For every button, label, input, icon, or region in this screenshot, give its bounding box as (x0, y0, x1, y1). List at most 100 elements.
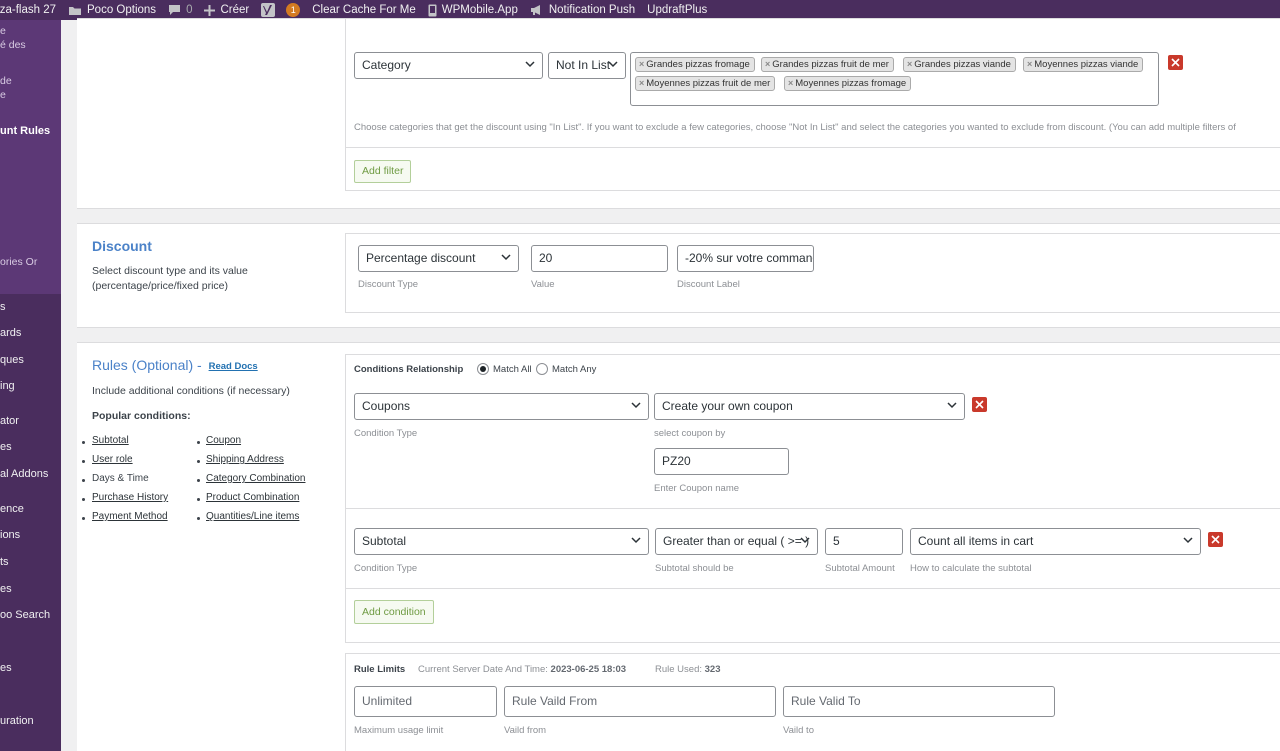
popular-condition-link[interactable]: Product Combination (206, 492, 299, 503)
popular-condition-link[interactable]: Coupon (206, 435, 241, 446)
match-all-radio[interactable] (477, 363, 489, 375)
sidebar-submenu-item[interactable]: e (0, 89, 6, 101)
poco-options-link[interactable]: Poco Options (68, 0, 156, 20)
filter-panel: Category Not In List × Grandes pizzas fro… (77, 18, 1280, 209)
discount-type-select[interactable]: Percentage discount (358, 245, 519, 272)
condition-type-caption: Condition Type (354, 563, 418, 574)
remove-condition-button[interactable] (972, 397, 987, 412)
remove-filter-button[interactable] (1168, 55, 1183, 70)
sidebar-item[interactable]: uration (0, 715, 34, 727)
tag-remove-icon[interactable]: × (639, 59, 644, 69)
comments-count: 0 (186, 4, 193, 16)
sidebar-item[interactable]: ques (0, 354, 24, 366)
bullet (82, 479, 85, 482)
add-filter-button[interactable]: Add filter (354, 160, 412, 183)
chevron-down-icon (631, 402, 641, 409)
sidebar-item-discount-rules[interactable]: unt Rules (0, 125, 50, 137)
subtotal-calculation-value: Count all items in cart (918, 534, 1034, 548)
subtotal-amount-input[interactable]: 5 (825, 528, 903, 555)
sidebar-item[interactable]: ts (0, 556, 9, 568)
usage-limit-input[interactable]: Unlimited (354, 686, 497, 717)
category-tag[interactable]: × Grandes pizzas viande (903, 57, 1016, 72)
add-condition-button[interactable]: Add condition (354, 600, 434, 624)
category-tag[interactable]: × Moyennes pizzas fruit de mer (635, 76, 776, 91)
popular-condition-link[interactable]: Subtotal (92, 435, 129, 446)
sidebar-item[interactable]: ence (0, 503, 24, 515)
valid-from-input[interactable]: Rule Vaild From (504, 686, 776, 717)
wpmobile-link[interactable]: WPMobile.App (428, 0, 518, 20)
popular-condition-link[interactable]: Payment Method (92, 511, 168, 522)
sidebar-item[interactable]: al Addons (0, 468, 48, 480)
chevron-down-icon (947, 402, 957, 409)
discount-value-input[interactable]: 20 (531, 245, 668, 272)
category-tag[interactable]: × Moyennes pizzas viande (1023, 57, 1144, 72)
admin-sidebar: e é des de e unt Rules ories Or s ards q… (0, 20, 61, 751)
sidebar-item[interactable]: es (0, 583, 12, 595)
discount-type-value: Percentage discount (366, 251, 476, 265)
comments-link[interactable]: 0 (168, 0, 192, 20)
coupon-method-value: Create your own coupon (662, 399, 793, 413)
sidebar-item[interactable]: ions (0, 529, 20, 541)
popular-condition-link[interactable]: Purchase History (92, 492, 168, 503)
sidebar-item[interactable]: s (0, 301, 6, 313)
main-content: Category Not In List × Grandes pizzas fro… (61, 18, 1280, 751)
sidebar-item[interactable]: ards (0, 327, 21, 339)
coupon-method-select[interactable]: Create your own coupon (654, 393, 965, 420)
condition-type-select[interactable]: Subtotal (354, 528, 649, 555)
tag-remove-icon[interactable]: × (1027, 59, 1032, 69)
divider (346, 588, 1280, 589)
server-time: Current Server Date And Time: 2023-06-25… (418, 664, 626, 675)
sidebar-submenu-item[interactable]: ories Or (0, 256, 37, 268)
chevron-down-icon (800, 537, 810, 544)
read-docs-link[interactable]: Read Docs (209, 361, 258, 372)
tag-remove-icon[interactable]: × (639, 78, 644, 88)
sidebar-item[interactable]: ing (0, 380, 15, 392)
discount-label-input[interactable]: -20% sur votre commande (677, 245, 814, 272)
sidebar-item[interactable]: es (0, 441, 12, 453)
discount-type-caption: Discount Type (358, 279, 419, 290)
popular-condition-link[interactable]: Quantities/Line items (206, 511, 299, 522)
tag-remove-icon[interactable]: × (765, 59, 770, 69)
tag-remove-icon[interactable]: × (907, 59, 912, 69)
sidebar-submenu-item[interactable]: e (0, 25, 6, 37)
condition-type-select[interactable]: Coupons (354, 393, 649, 420)
filter-operator-select[interactable]: Not In List (548, 52, 626, 79)
clear-cache-link[interactable]: Clear Cache For Me (312, 0, 416, 20)
tag-remove-icon[interactable]: × (788, 78, 793, 88)
updraftplus-link[interactable]: UpdraftPlus (647, 0, 707, 20)
sidebar-item[interactable]: oo Search (0, 609, 50, 621)
discount-panel: Discount Select discount type and its va… (77, 223, 1280, 328)
valid-to-input[interactable]: Rule Valid To (783, 686, 1055, 717)
coupon-name-input[interactable]: PZ20 (654, 448, 789, 475)
sidebar-item[interactable]: ator (0, 415, 19, 427)
notification-push-link[interactable]: Notification Push (530, 0, 635, 20)
remove-condition-button[interactable] (1208, 532, 1223, 547)
subtotal-operator-select[interactable]: Greater than or equal ( >= ) (655, 528, 818, 555)
bullet (82, 498, 85, 501)
updraftplus-label: UpdraftPlus (647, 4, 708, 16)
sidebar-item[interactable]: es (0, 662, 12, 674)
category-tag[interactable]: × Grandes pizzas fromage (635, 57, 755, 72)
sidebar-submenu-item[interactable]: de (0, 75, 12, 87)
match-any-radio[interactable] (536, 363, 548, 375)
yoast-menu[interactable]: 1 (261, 0, 301, 20)
filter-type-select[interactable]: Category (354, 52, 543, 79)
coupon-name-caption: Enter Coupon name (654, 483, 740, 494)
subtotal-calculation-select[interactable]: Count all items in cart (910, 528, 1201, 555)
rule-used-value: 323 (704, 664, 721, 675)
category-tag[interactable]: × Moyennes pizzas fromage (784, 76, 912, 91)
site-name-link[interactable]: zza-flash 27 (0, 0, 56, 20)
sidebar-submenu-item[interactable]: é des (0, 39, 26, 51)
popular-condition-link[interactable]: Shipping Address (206, 454, 284, 465)
popular-condition-link[interactable]: Category Combination (206, 473, 306, 484)
popular-condition-link[interactable]: User role (92, 454, 133, 465)
create-new-link[interactable]: Créer (204, 0, 249, 20)
valid-from-caption: Vaild from (504, 725, 547, 736)
category-tag-label: Moyennes pizzas fromage (795, 78, 907, 89)
subtotal-operator-value: Greater than or equal ( >= ) (663, 534, 810, 548)
popular-condition-text: Days & Time (92, 473, 149, 484)
match-all-label: Match All (493, 364, 532, 375)
category-tag[interactable]: × Grandes pizzas fruit de mer (761, 57, 894, 72)
category-tags-input[interactable]: × Grandes pizzas fromage × Grandes pizzas … (630, 52, 1159, 106)
discount-section: Percentage discount Discount Type 20 Val… (345, 233, 1280, 313)
